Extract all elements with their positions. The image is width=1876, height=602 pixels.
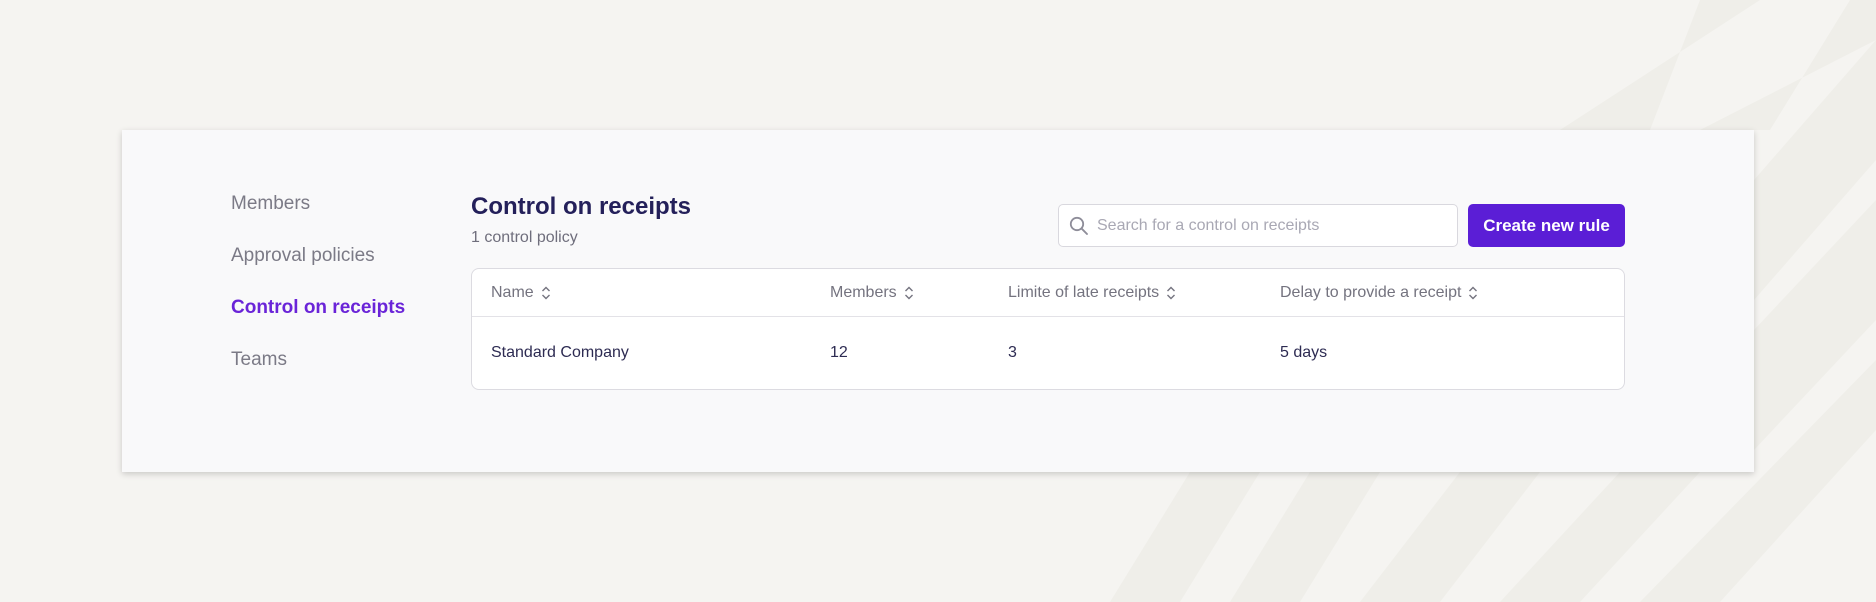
search-box[interactable] [1058,204,1458,247]
column-header-members[interactable]: Members [830,269,914,317]
sidebar-item-members[interactable]: Members [231,192,431,244]
sort-icon [1167,286,1176,300]
control-policies-table: Name Members Limite of late receipts Del… [471,268,1625,390]
column-header-delay[interactable]: Delay to provide a receipt [1280,269,1478,317]
sort-icon [541,286,550,300]
cell-limit: 3 [1008,344,1017,361]
column-header-label: Delay to provide a receipt [1280,284,1462,301]
settings-card: Members Approval policies Control on rec… [122,130,1754,472]
table-row[interactable]: Standard Company 12 3 5 days [472,317,1624,389]
cell-delay: 5 days [1280,344,1328,361]
toolbar: Create new rule [1058,204,1625,247]
main-content: Control on receipts 1 control policy Cre… [471,192,1625,390]
column-header-label: Name [491,284,534,301]
cell-members: 12 [830,344,848,361]
table-header: Name Members Limite of late receipts Del… [472,269,1624,317]
sort-icon [904,286,913,300]
search-icon [1069,216,1088,235]
create-new-rule-button[interactable]: Create new rule [1468,204,1625,247]
column-header-label: Members [830,284,897,301]
cell-name: Standard Company [491,344,629,361]
column-header-label: Limite of late receipts [1008,284,1160,301]
sidebar-item-teams[interactable]: Teams [231,348,431,400]
settings-sidebar: Members Approval policies Control on rec… [231,192,431,400]
column-header-name[interactable]: Name [491,269,551,317]
sort-icon [1469,286,1478,300]
search-input[interactable] [1097,216,1457,235]
column-header-limit[interactable]: Limite of late receipts [1008,269,1176,317]
sidebar-item-control-on-receipts[interactable]: Control on receipts [231,296,431,348]
sidebar-item-approval-policies[interactable]: Approval policies [231,244,431,296]
